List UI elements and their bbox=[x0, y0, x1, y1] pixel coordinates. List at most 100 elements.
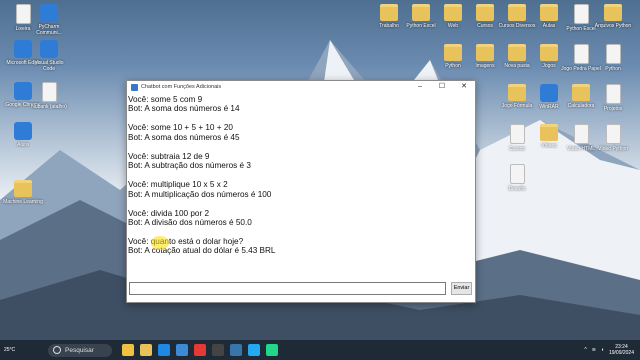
chat-line: Você: quanto está o dolar hoje? bbox=[128, 236, 244, 246]
desktop-icon[interactable]: Python bbox=[592, 44, 634, 72]
folder-icon bbox=[572, 84, 590, 101]
folder-icon bbox=[380, 4, 398, 21]
file-icon bbox=[41, 82, 57, 102]
desktop-icon-label: Visual Studio Code bbox=[34, 60, 64, 72]
minimize-button[interactable]: – bbox=[409, 81, 431, 93]
desktop-icon-label: Vídeo Python bbox=[597, 146, 629, 152]
copilot-icon[interactable] bbox=[122, 344, 134, 356]
chat-line: Bot: A cotação atual do dólar é 5.43 BRL bbox=[128, 246, 276, 256]
chat-line: Você: some 5 com 9 bbox=[128, 95, 203, 104]
title-bar[interactable]: Chatbot com Funções Adicionais – ☐ ✕ bbox=[127, 81, 475, 93]
desktop-icon-label: Web bbox=[447, 23, 459, 29]
folder-icon bbox=[508, 84, 526, 101]
pycharm-icon[interactable] bbox=[266, 344, 278, 356]
chat-history[interactable]: Você: some 5 com 9 Bot: A soma dos número… bbox=[127, 93, 475, 279]
folder-icon bbox=[508, 44, 526, 61]
clock-date: 19/09/2024 bbox=[608, 350, 634, 356]
folder-icon bbox=[540, 44, 558, 61]
app-icon bbox=[40, 4, 58, 22]
message-input[interactable] bbox=[129, 282, 446, 295]
file-icon bbox=[605, 84, 621, 104]
search-box[interactable]: Pesquisar bbox=[48, 343, 112, 357]
file-icon bbox=[509, 124, 525, 144]
store-icon[interactable] bbox=[176, 344, 188, 356]
clock[interactable]: 23:24 19/09/2024 bbox=[609, 344, 634, 356]
desktop-icon-label: Jogos bbox=[542, 63, 556, 69]
desktop-icon-label: Trabalho bbox=[379, 23, 399, 29]
file-explorer-icon[interactable] bbox=[140, 344, 152, 356]
app-icon bbox=[40, 40, 58, 58]
chat-line: Bot: A soma dos números é 45 bbox=[128, 132, 240, 142]
app-icon bbox=[14, 122, 32, 140]
desktop-icon-label: Nubank (atalho) bbox=[31, 104, 67, 110]
desktop-icon-label: WinRAR bbox=[539, 104, 559, 110]
volume-icon[interactable]: ◖ bbox=[601, 347, 604, 353]
file-icon bbox=[605, 44, 621, 64]
search-icon bbox=[53, 346, 61, 354]
input-row: Enviar bbox=[127, 280, 475, 298]
wifi-icon[interactable]: ≋ bbox=[592, 347, 596, 353]
chat-line: Bot: A soma dos números é 14 bbox=[128, 104, 240, 114]
chat-line: Bot: A subtração dos números é 3 bbox=[128, 161, 251, 171]
desktop-icon-label: PyCharm Communi... bbox=[36, 24, 62, 36]
chatbot-window[interactable]: Chatbot com Funções Adicionais – ☐ ✕ Voc… bbox=[126, 80, 476, 303]
desktop-icon[interactable]: Alura bbox=[2, 122, 44, 148]
maximize-button[interactable]: ☐ bbox=[431, 81, 453, 93]
folder-icon bbox=[604, 4, 622, 21]
desktop-icon-label: Python bbox=[445, 63, 461, 69]
pinned-apps bbox=[122, 344, 278, 356]
close-button[interactable]: ✕ bbox=[453, 81, 475, 93]
folder-icon bbox=[444, 4, 462, 21]
desktop-icon-label: Vídeo HTML bbox=[566, 146, 596, 152]
file-icon bbox=[573, 4, 589, 24]
terminal-icon[interactable] bbox=[212, 344, 224, 356]
send-button[interactable]: Enviar bbox=[451, 282, 472, 295]
weather-widget[interactable]: 25°C bbox=[0, 347, 44, 353]
desktop-icon[interactable]: Visual Studio Code bbox=[28, 40, 70, 72]
desktop-icon-label: Cursos bbox=[509, 146, 525, 152]
file-icon bbox=[605, 124, 621, 144]
desktop-icon[interactable]: Machine Learning bbox=[2, 180, 44, 205]
desktop-icon-label: Desafio bbox=[508, 186, 526, 192]
desktop-icon[interactable]: Arquivos Python bbox=[592, 4, 634, 29]
folder-icon bbox=[444, 44, 462, 61]
desktop-icon-label: Calculadora bbox=[567, 103, 595, 109]
desktop-icon[interactable]: Projetos bbox=[592, 84, 634, 112]
chat-line: Você: subtraia 12 de 9 bbox=[128, 151, 210, 161]
folder-icon bbox=[540, 4, 558, 21]
python-icon[interactable] bbox=[230, 344, 242, 356]
chat-gap bbox=[128, 199, 475, 209]
desktop-icon-label: Nova pasta bbox=[504, 63, 530, 69]
file-icon bbox=[573, 124, 589, 144]
search-placeholder: Pesquisar bbox=[65, 346, 94, 354]
edge-icon[interactable] bbox=[158, 344, 170, 356]
desktop-icon-label: Python bbox=[605, 66, 621, 72]
desktop-icon[interactable]: PyCharm Communi... bbox=[28, 4, 70, 36]
chat-line: Bot: A multiplicação dos números é 100 bbox=[128, 189, 272, 199]
desktop-icon-label: Cursos bbox=[477, 23, 493, 29]
desktop-icon[interactable]: Desafio bbox=[496, 164, 538, 192]
chat-line: Você: some 10 + 5 + 10 + 20 bbox=[128, 123, 233, 133]
desktop-icon[interactable]: Vídeo Python bbox=[592, 124, 634, 152]
folder-icon bbox=[476, 4, 494, 21]
window-title: Chatbot com Funções Adicionais bbox=[141, 84, 222, 90]
chat-line: Você: divida 100 por 2 bbox=[128, 208, 210, 218]
desktop-icon-label: Vídeos bbox=[541, 143, 557, 149]
chat-line: Você: multiplique 10 x 5 x 2 bbox=[128, 180, 228, 190]
chat-gap bbox=[128, 227, 475, 237]
chat-line: Bot: A divisão dos números é 50.0 bbox=[128, 217, 252, 227]
desktop-icon-label: Machine Learning bbox=[3, 199, 43, 205]
chat-gap bbox=[128, 171, 475, 181]
folder-icon bbox=[540, 124, 558, 141]
desktop-icon[interactable]: Nubank (atalho) bbox=[28, 82, 70, 110]
vscode-icon[interactable] bbox=[248, 344, 260, 356]
folder-icon bbox=[476, 44, 494, 61]
chevron-up-icon[interactable]: ^ bbox=[584, 347, 586, 353]
app-icon bbox=[540, 84, 558, 102]
taskbar: 25°C Pesquisar ^ ≋ ◖ 23:24 19/09/2024 bbox=[0, 340, 640, 360]
file-icon bbox=[509, 164, 525, 184]
folder-icon bbox=[14, 180, 32, 197]
chat-gap bbox=[128, 114, 475, 124]
chrome-icon[interactable] bbox=[194, 344, 206, 356]
desktop-icon-label: Imagens bbox=[475, 63, 495, 69]
